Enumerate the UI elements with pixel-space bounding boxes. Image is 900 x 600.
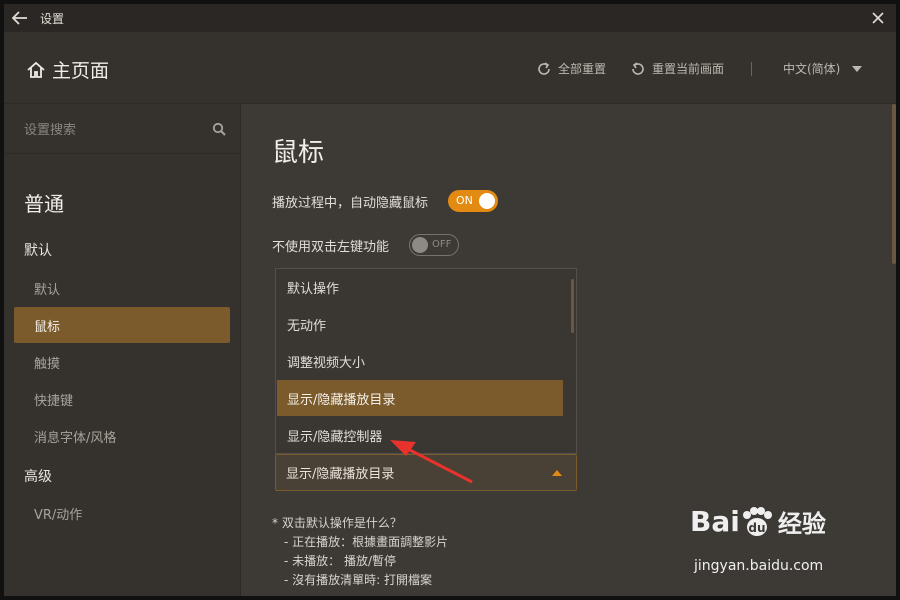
- baidu-jingyan-watermark: Bai du 经验 jingyan.baidu.com: [690, 504, 860, 588]
- watermark-brand: Bai: [690, 505, 740, 538]
- settings-window: 设置 主页面 全部重置 重置当前画面 中文(简体) 设置搜索 普通 默认 默认 …: [4, 4, 896, 596]
- svg-text:du: du: [748, 521, 765, 535]
- watermark-brand-suffix: 经验: [777, 510, 826, 538]
- paw-icon: du: [742, 506, 772, 536]
- watermark-url: jingyan.baidu.com: [694, 558, 824, 574]
- watermark-logo: Bai du 经验: [690, 504, 826, 539]
